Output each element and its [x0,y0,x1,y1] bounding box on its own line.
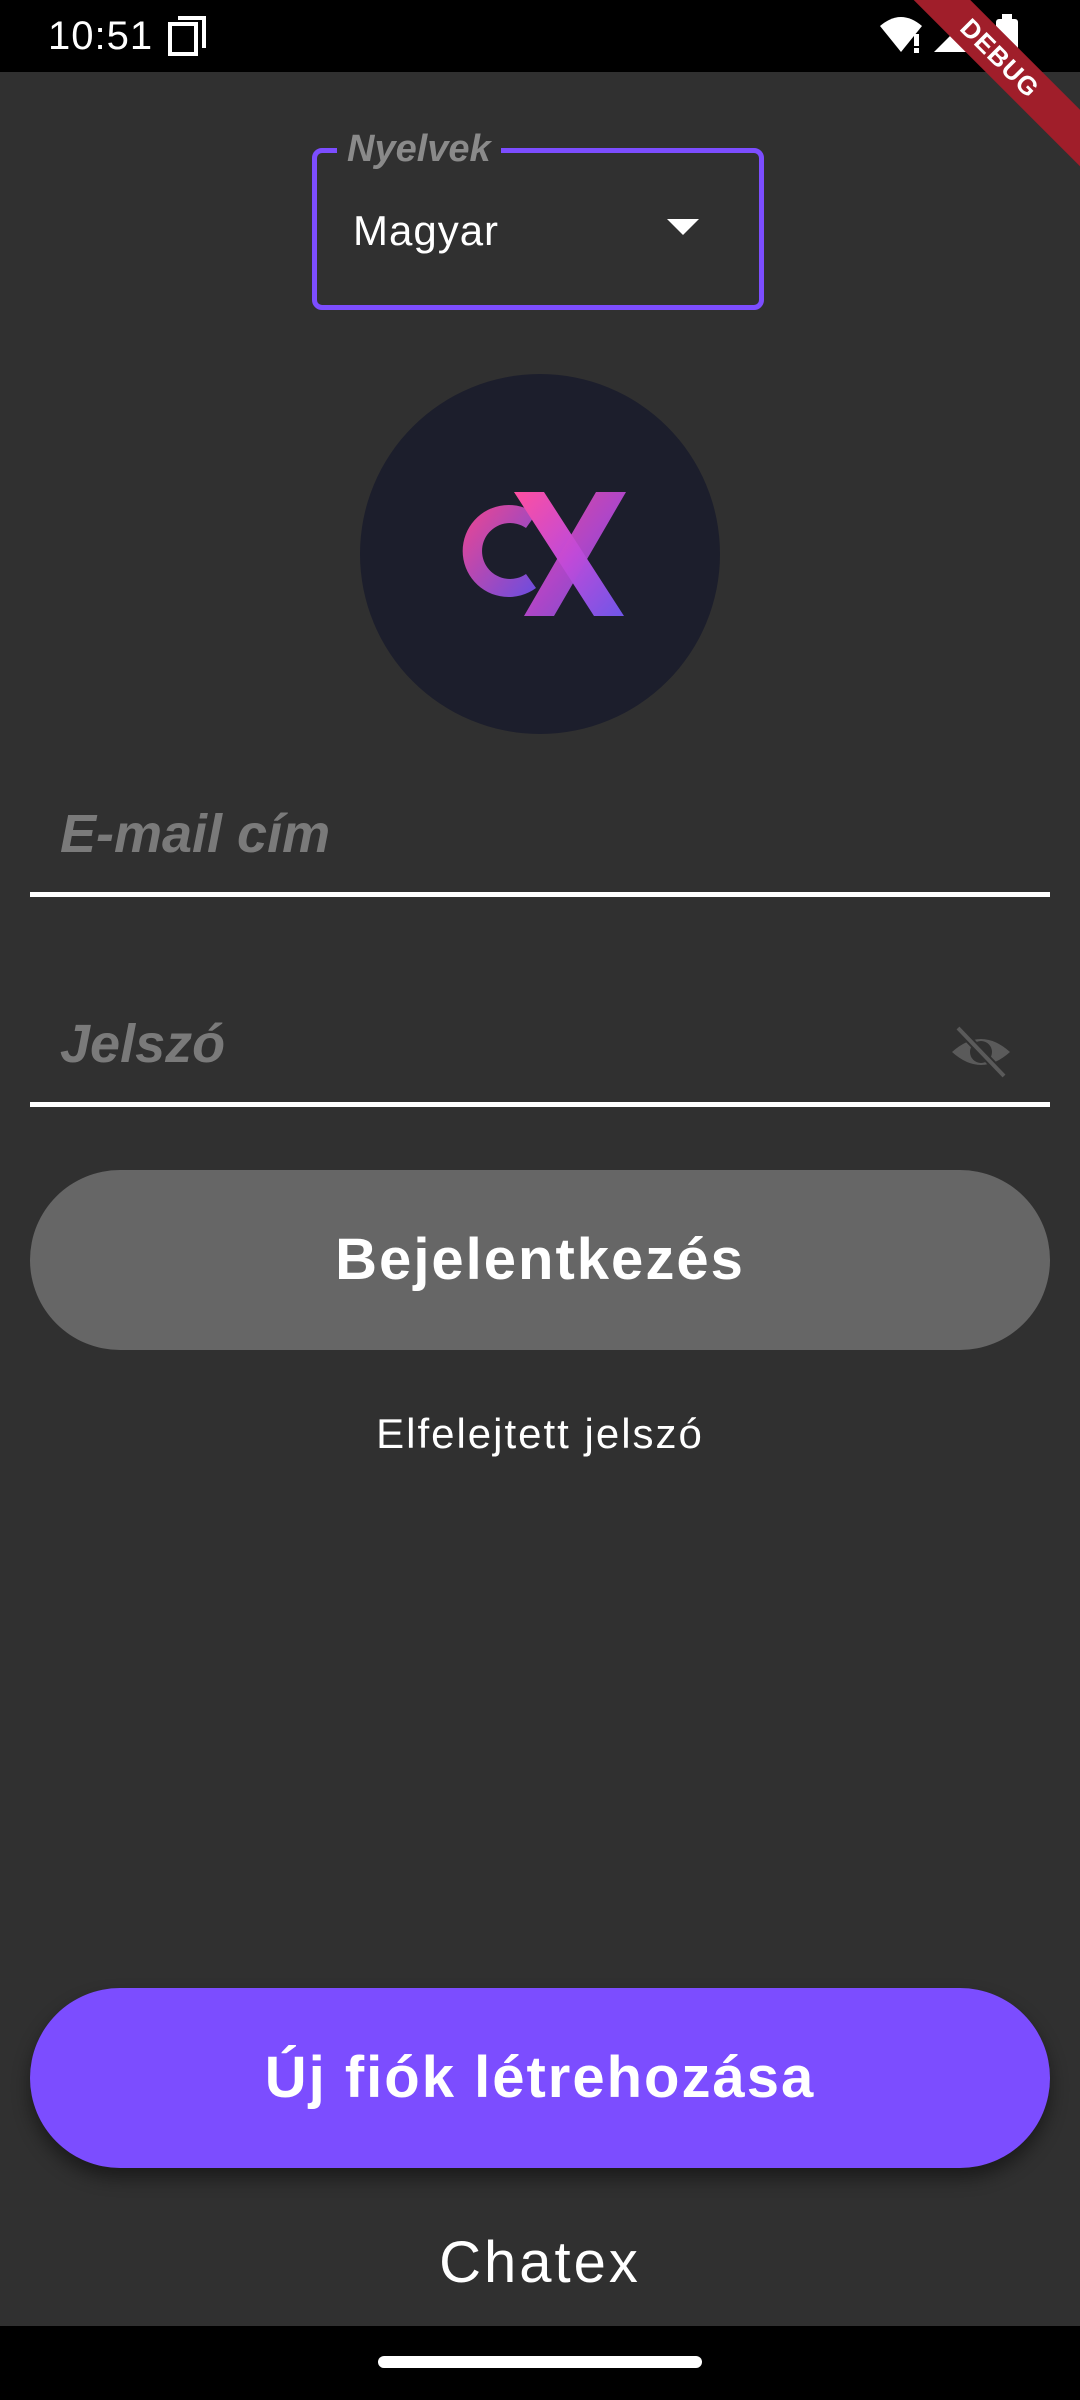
forgot-password-link[interactable]: Elfelejtett jelszó [0,1404,1080,1464]
language-label: Nyelvek [337,123,501,175]
cx-logo-icon [462,492,626,616]
navigation-bar [0,2326,1080,2400]
eye-off-icon[interactable] [948,1024,1014,1080]
create-account-button[interactable]: Új fiók létrehozása [30,1988,1050,2168]
status-time: 10:51 [48,14,154,58]
signal-icon [934,16,970,52]
home-indicator[interactable] [378,2356,702,2368]
wifi-icon [880,17,922,53]
language-selected-value: Magyar [353,207,500,254]
email-placeholder: E-mail cím [60,804,331,864]
dropdown-caret-icon [667,219,699,235]
app-logo [360,374,720,734]
app-name: Chatex [439,2230,641,2295]
status-bar: 10:51 [0,0,1080,72]
battery-icon [996,14,1018,57]
password-placeholder: Jelszó [60,1014,226,1074]
login-button[interactable]: Bejelentkezés [30,1170,1050,1350]
screenshot-icon [168,16,206,56]
password-field[interactable]: Jelszó [30,992,1050,1107]
language-dropdown[interactable]: Nyelvek Magyar [312,123,764,310]
email-field[interactable]: E-mail cím [30,782,1050,897]
login-screen: 10:51 DEBUG Nyelvek Magyar E-mail cím Je… [0,0,1080,2400]
